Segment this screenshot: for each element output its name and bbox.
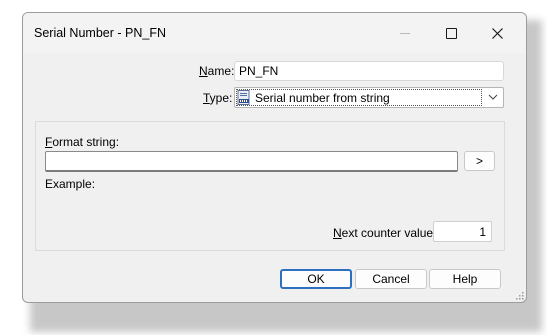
example-label: Example: (45, 177, 96, 191)
serial-number-icon (237, 90, 250, 105)
maximize-icon (445, 27, 457, 39)
close-button[interactable] (474, 13, 520, 53)
close-icon (491, 27, 503, 39)
help-button[interactable]: Help (429, 269, 501, 289)
chevron-down-icon (488, 94, 498, 100)
maximize-button[interactable] (428, 13, 474, 53)
type-label: Type: (203, 91, 233, 105)
next-counter-input[interactable] (433, 221, 492, 242)
insert-field-button[interactable]: > (464, 151, 495, 171)
type-value: Serial number from string (255, 91, 390, 105)
name-field[interactable] (234, 61, 504, 81)
resize-grip-icon[interactable] (514, 290, 524, 300)
serial-number-dialog: Serial Number - PN_FN Name: Type: Ser (22, 12, 527, 303)
next-counter-label: Next counter value: (333, 226, 437, 240)
type-dropdown[interactable]: Serial number from string (234, 87, 504, 108)
title-bar[interactable]: Serial Number - PN_FN (23, 13, 526, 53)
name-label: Name: (199, 64, 235, 78)
minimize-button[interactable] (382, 13, 428, 53)
cancel-button[interactable]: Cancel (355, 269, 427, 289)
format-string-input[interactable] (45, 151, 458, 172)
window-title: Serial Number - PN_FN (34, 26, 166, 40)
ok-button[interactable]: OK (280, 269, 352, 289)
format-string-label: Format string: (45, 135, 120, 149)
minimize-icon (400, 32, 410, 34)
